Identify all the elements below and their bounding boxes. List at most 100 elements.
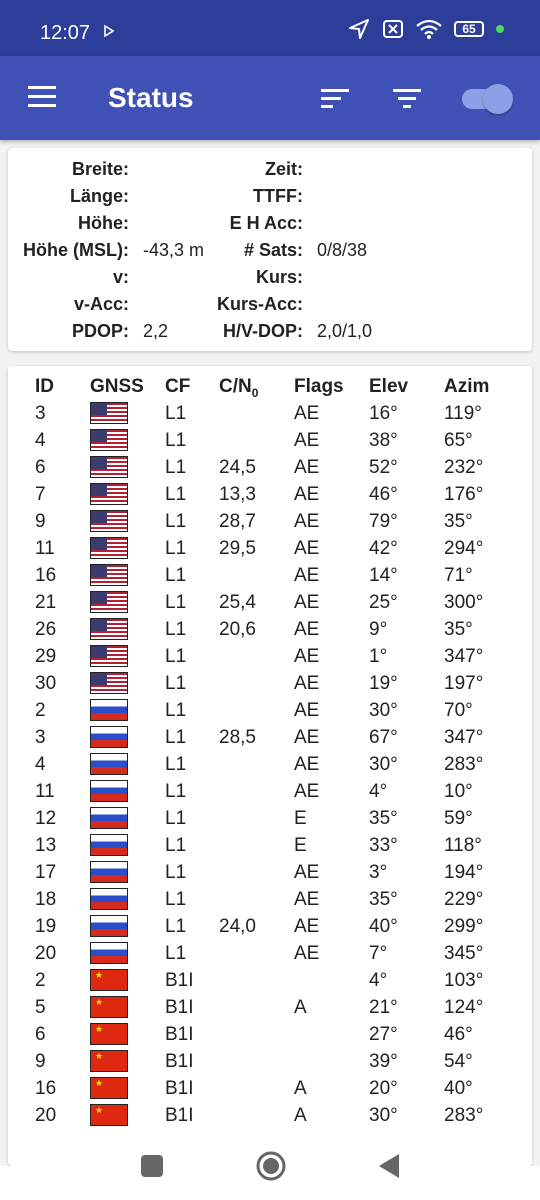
table-row[interactable]: 30 L1 AE 19° 197° (8, 670, 532, 697)
cell-id: 6 (35, 1024, 46, 1045)
table-row[interactable]: 11 L1 29,5 AE 42° 294° (8, 535, 532, 562)
system-navigation-bar (0, 1151, 540, 1200)
table-row[interactable]: 9 B1I 39° 54° (8, 1048, 532, 1075)
cell-azim: 54° (444, 1051, 473, 1072)
table-row[interactable]: 6 B1I 27° 46° (8, 1021, 532, 1048)
recents-icon[interactable] (140, 1154, 164, 1178)
battery-level: 65 (462, 22, 476, 36)
info-label: Höhe: (78, 213, 129, 233)
toggle-switch[interactable] (462, 84, 513, 114)
cell-id: 17 (35, 862, 57, 883)
info-label: TTFF: (253, 186, 303, 206)
info-label: Kurs-Acc: (216, 294, 303, 314)
cell-id: 7 (35, 484, 46, 505)
usa-flag-icon (90, 564, 128, 586)
app-bar: Status (0, 56, 540, 140)
cell-flags: AE (294, 916, 320, 937)
satellite-table-card: ID GNSS CF C/N0 Flags Elev Azim 3 L1 AE 16°… (8, 366, 532, 1166)
cell-flags: A (294, 997, 307, 1018)
cell-flags: AE (294, 943, 320, 964)
table-row[interactable]: 2 B1I 4° 103° (8, 967, 532, 994)
cell-cf: L1 (165, 565, 187, 586)
cell-cf: L1 (165, 511, 187, 532)
cell-id: 6 (35, 457, 46, 478)
cell-flags: AE (294, 619, 320, 640)
usa-flag-icon (90, 402, 128, 424)
table-row[interactable]: 17 L1 AE 3° 194° (8, 859, 532, 886)
cell-cf: B1I (165, 1105, 194, 1126)
russia-flag-icon (90, 780, 128, 802)
header-cn0: C/N0 (219, 376, 258, 400)
menu-icon[interactable] (28, 86, 58, 108)
toggle-knob (483, 84, 513, 114)
cell-azim: 232° (444, 457, 484, 478)
table-row[interactable]: 4 L1 AE 38° 65° (8, 427, 532, 454)
cell-flags: AE (294, 700, 320, 721)
cell-flags: AE (294, 565, 320, 586)
cell-flags: AE (294, 403, 320, 424)
table-row[interactable]: 13 L1 E 33° 118° (8, 832, 532, 859)
cell-id: 21 (35, 592, 57, 613)
cell-cf: L1 (165, 862, 187, 883)
table-row[interactable]: 3 L1 28,5 AE 67° 347° (8, 724, 532, 751)
cell-flags: AE (294, 754, 320, 775)
cell-cf: L1 (165, 835, 187, 856)
cell-id: 19 (35, 916, 57, 937)
info-row: Höhe: E H Acc: (8, 213, 532, 240)
cell-azim: 283° (444, 1105, 484, 1126)
cell-azim: 194° (444, 862, 484, 883)
table-row[interactable]: 26 L1 20,6 AE 9° 35° (8, 616, 532, 643)
info-value: 2,0/1,0 (317, 321, 373, 341)
table-row[interactable]: 11 L1 AE 4° 10° (8, 778, 532, 805)
cell-flags: AE (294, 511, 320, 532)
cell-azim: 103° (444, 970, 484, 991)
table-row[interactable]: 20 B1I A 30° 283° (8, 1102, 532, 1129)
usa-flag-icon (90, 483, 128, 505)
table-row[interactable]: 19 L1 24,0 AE 40° 299° (8, 913, 532, 940)
cell-elev: 30° (369, 700, 398, 721)
info-label: Länge: (69, 186, 129, 206)
table-row[interactable]: 21 L1 25,4 AE 25° 300° (8, 589, 532, 616)
cell-cf: L1 (165, 700, 187, 721)
cell-id: 4 (35, 754, 46, 775)
cell-cf: B1I (165, 1051, 194, 1072)
info-label: E H Acc: (229, 213, 303, 233)
cell-azim: 119° (444, 403, 482, 424)
table-row[interactable]: 4 L1 AE 30° 283° (8, 751, 532, 778)
cell-flags: A (294, 1078, 307, 1099)
russia-flag-icon (90, 753, 128, 775)
table-row[interactable]: 20 L1 AE 7° 345° (8, 940, 532, 967)
cell-id: 9 (35, 511, 46, 532)
sort-icon[interactable] (321, 88, 351, 110)
table-row[interactable]: 18 L1 AE 35° 229° (8, 886, 532, 913)
cell-flags: AE (294, 646, 320, 667)
table-row[interactable]: 9 L1 28,7 AE 79° 35° (8, 508, 532, 535)
cell-flags: AE (294, 889, 320, 910)
table-row[interactable]: 3 L1 AE 16° 119° (8, 400, 532, 427)
filter-icon[interactable] (393, 88, 423, 110)
russia-flag-icon (90, 699, 128, 721)
cell-elev: 30° (369, 754, 398, 775)
table-row[interactable]: 2 L1 AE 30° 70° (8, 697, 532, 724)
cell-id: 2 (35, 700, 46, 721)
cell-flags: AE (294, 457, 320, 478)
info-label: Höhe (MSL): (23, 240, 129, 260)
table-row[interactable]: 5 B1I A 21° 124° (8, 994, 532, 1021)
cell-azim: 283° (444, 754, 484, 775)
table-row[interactable]: 12 L1 E 35° 59° (8, 805, 532, 832)
table-row[interactable]: 6 L1 24,5 AE 52° 232° (8, 454, 532, 481)
home-icon[interactable] (255, 1150, 287, 1182)
cell-cf: B1I (165, 1024, 194, 1045)
location-arrow-icon (349, 19, 369, 39)
table-row[interactable]: 16 B1I A 20° 40° (8, 1075, 532, 1102)
cell-flags: E (294, 808, 307, 829)
cell-id: 20 (35, 1105, 57, 1126)
info-value: 2,2 (143, 321, 169, 341)
cell-cf: L1 (165, 754, 187, 775)
table-row[interactable]: 29 L1 AE 1° 347° (8, 643, 532, 670)
info-label: Kurs: (255, 267, 303, 287)
cell-id: 30 (35, 673, 57, 694)
back-icon[interactable] (377, 1153, 401, 1179)
table-row[interactable]: 16 L1 AE 14° 71° (8, 562, 532, 589)
table-row[interactable]: 7 L1 13,3 AE 46° 176° (8, 481, 532, 508)
